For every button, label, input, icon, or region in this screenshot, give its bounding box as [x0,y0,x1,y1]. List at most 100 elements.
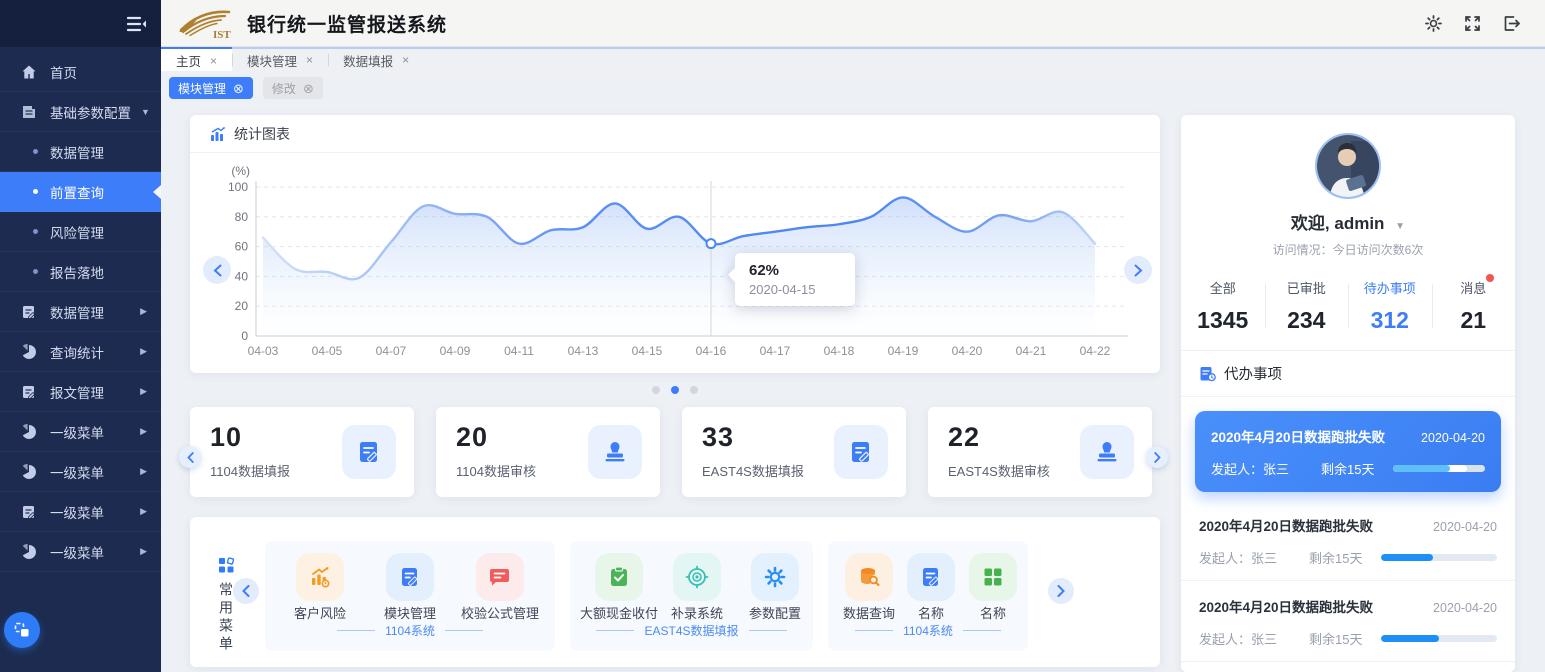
sidebar-item-label: 前置查询 [50,182,104,202]
stat-pending[interactable]: 待办事项 312 [1348,278,1432,334]
collapse-sidebar-icon[interactable] [127,15,147,33]
tooltip-date: 2020-04-15 [749,282,841,297]
statistics-chart-card: 统计图表 020406080100(%)04-0304-0504-0704-09… [190,115,1160,373]
carousel-dot[interactable] [652,386,660,394]
sidebar-item-data-mgmt[interactable]: 数据管理 ▶ [0,292,161,332]
grid-icon [969,553,1017,601]
stats-prev-button[interactable] [179,446,201,468]
floating-theme-button[interactable] [4,612,40,648]
risk-chart-icon [296,553,344,601]
quick-item-supplement-system[interactable]: 补录系统 [658,553,736,622]
carousel-dot-active[interactable] [671,386,679,394]
todo-item-highlighted[interactable]: 2020年4月20日数据跑批失败 2020-04-20 发起人：张三 剩余15天 [1195,411,1501,492]
tab-module-mgmt[interactable]: 模块管理 × [232,49,328,71]
quick-item-name-1[interactable]: 名称 [900,553,962,622]
sidebar-item-label: 报文管理 [50,382,104,402]
stat-messages[interactable]: 消息 21 [1432,278,1516,334]
carousel-dot[interactable] [690,386,698,394]
quick-item-customer-risk[interactable]: 客户风险 [281,553,359,622]
sidebar-item-message-mgmt[interactable]: 报文管理 ▶ [0,372,161,412]
tab-home[interactable]: 主页 × [161,47,232,71]
avatar[interactable] [1315,133,1381,199]
stat-approved[interactable]: 已审批 234 [1265,278,1349,334]
sidebar-subitem-report-landing[interactable]: 报告落地 [0,252,161,292]
stats-next-button[interactable] [1146,446,1168,468]
stat-all[interactable]: 全部 1345 [1181,278,1265,334]
settings-gear-icon[interactable] [1425,15,1442,32]
caret-right-icon: ▶ [140,506,147,517]
x-tick-label: 04-22 [1080,344,1111,358]
x-tick-label: 04-05 [312,344,343,358]
bullet-icon [33,269,38,274]
sidebar-item-level1-menu-4[interactable]: 一级菜单 ▶ [0,532,161,572]
caret-down-icon: ▼ [141,107,150,117]
sidebar-item-label: 数据管理 [50,142,104,162]
sidebar-item-base-params[interactable]: 基础参数配置 ▼ [0,92,161,132]
quick-item-param-config[interactable]: 参数配置 [736,553,814,622]
chart-tooltip: 62% 2020-04-15 [735,253,855,306]
quick-menu-next-button[interactable] [1048,578,1074,604]
sidebar-item-query-stats[interactable]: 查询统计 ▶ [0,332,161,372]
todo-item[interactable]: 2020年4月20日数据跑批失败 2020-04-20 发起人：张三 剩余4天 [1181,661,1515,672]
caret-right-icon: ▶ [140,306,147,317]
close-tab-icon[interactable]: × [402,53,409,67]
stat-card-1104-review[interactable]: 20 1104数据审核 [436,407,660,497]
caret-right-icon: ▶ [140,466,147,477]
breadcrumb-tags: 模块管理 ⊗ 修改 ⊗ [161,73,1545,103]
fullscreen-icon[interactable] [1464,15,1481,32]
remove-tag-icon[interactable]: ⊗ [303,82,314,95]
stat-card-east4s-fill[interactable]: 33 EAST4S数据填报 [682,407,906,497]
x-tick-label: 04-09 [440,344,471,358]
todo-section-header: 代办事项 [1181,351,1515,397]
welcome-user[interactable]: 欢迎, admin ▼ [1181,209,1515,234]
tag-modify[interactable]: 修改 ⊗ [263,77,323,99]
notification-badge [1486,274,1494,282]
quick-item-data-query[interactable]: 数据查询 [838,553,900,622]
x-tick-label: 04-17 [760,344,791,358]
quick-item-large-cash[interactable]: 大额现金收付 [580,553,658,622]
quick-menu-group-east4s: 大额现金收付 补录系统 参数配置 EAST4S数据填报 [570,541,813,651]
tab-data-fill[interactable]: 数据填报 × [328,49,424,71]
quick-item-formula-mgmt[interactable]: 校验公式管理 [461,553,539,622]
user-dropdown-caret-icon[interactable]: ▼ [1395,221,1405,232]
logout-icon[interactable] [1503,15,1521,32]
sidebar-subitem-risk-mgmt[interactable]: 风险管理 [0,212,161,252]
todo-item[interactable]: 2020年4月20日数据跑批失败 2020-04-20 发起人：张三 剩余15天 [1181,500,1515,580]
quick-menu-side: 常用菜单 [216,557,236,654]
sidebar-item-level1-menu-2[interactable]: 一级菜单 ▶ [0,452,161,492]
svg-text:IST: IST [213,29,231,40]
config-doc-icon [21,104,37,120]
quick-menu-prev-button[interactable] [233,578,259,604]
stat-card-1104-fill[interactable]: 10 1104数据填报 [190,407,414,497]
sidebar-item-label: 首页 [50,62,77,82]
close-tab-icon[interactable]: × [306,53,313,67]
svg-text:40: 40 [235,269,249,283]
sidebar-subitem-pre-query[interactable]: 前置查询 [0,172,161,212]
doc-pencil-icon [21,504,37,520]
sidebar-item-home[interactable]: 首页 [0,52,161,92]
sidebar-item-level1-menu-1[interactable]: 一级菜单 ▶ [0,412,161,452]
area-fill [263,197,1095,336]
quick-item-module-mgmt[interactable]: 模块管理 [371,553,449,622]
caret-right-icon: ▶ [140,386,147,397]
sidebar-subitem-data-mgmt[interactable]: 数据管理 [0,132,161,172]
group-footer: EAST4S数据填报 [580,622,803,639]
close-tab-icon[interactable]: × [210,54,217,68]
home-icon [21,64,37,80]
chart-next-button[interactable] [1124,256,1152,284]
todo-title: 代办事项 [1224,363,1282,384]
form-edit-icon [834,425,888,479]
sidebar-item-level1-menu-3[interactable]: 一级菜单 ▶ [0,492,161,532]
form-edit-icon [342,425,396,479]
doc-pencil-icon [21,304,37,320]
quick-menu-card: 常用菜单 客户风险 模块管理 校验公式管理 [190,517,1160,667]
stat-card-east4s-review[interactable]: 22 EAST4S数据审核 [928,407,1152,497]
sidebar-item-label: 数据管理 [50,302,104,322]
remove-tag-icon[interactable]: ⊗ [233,82,244,95]
chart-prev-button[interactable] [203,256,231,284]
todo-item[interactable]: 2020年4月20日数据跑批失败 2020-04-20 发起人：张三 剩余15天 [1181,580,1515,661]
progress-bar [1381,554,1497,561]
tag-module-mgmt[interactable]: 模块管理 ⊗ [169,77,253,99]
quick-item-name-2[interactable]: 名称 [962,553,1024,622]
svg-text:100: 100 [228,180,248,194]
